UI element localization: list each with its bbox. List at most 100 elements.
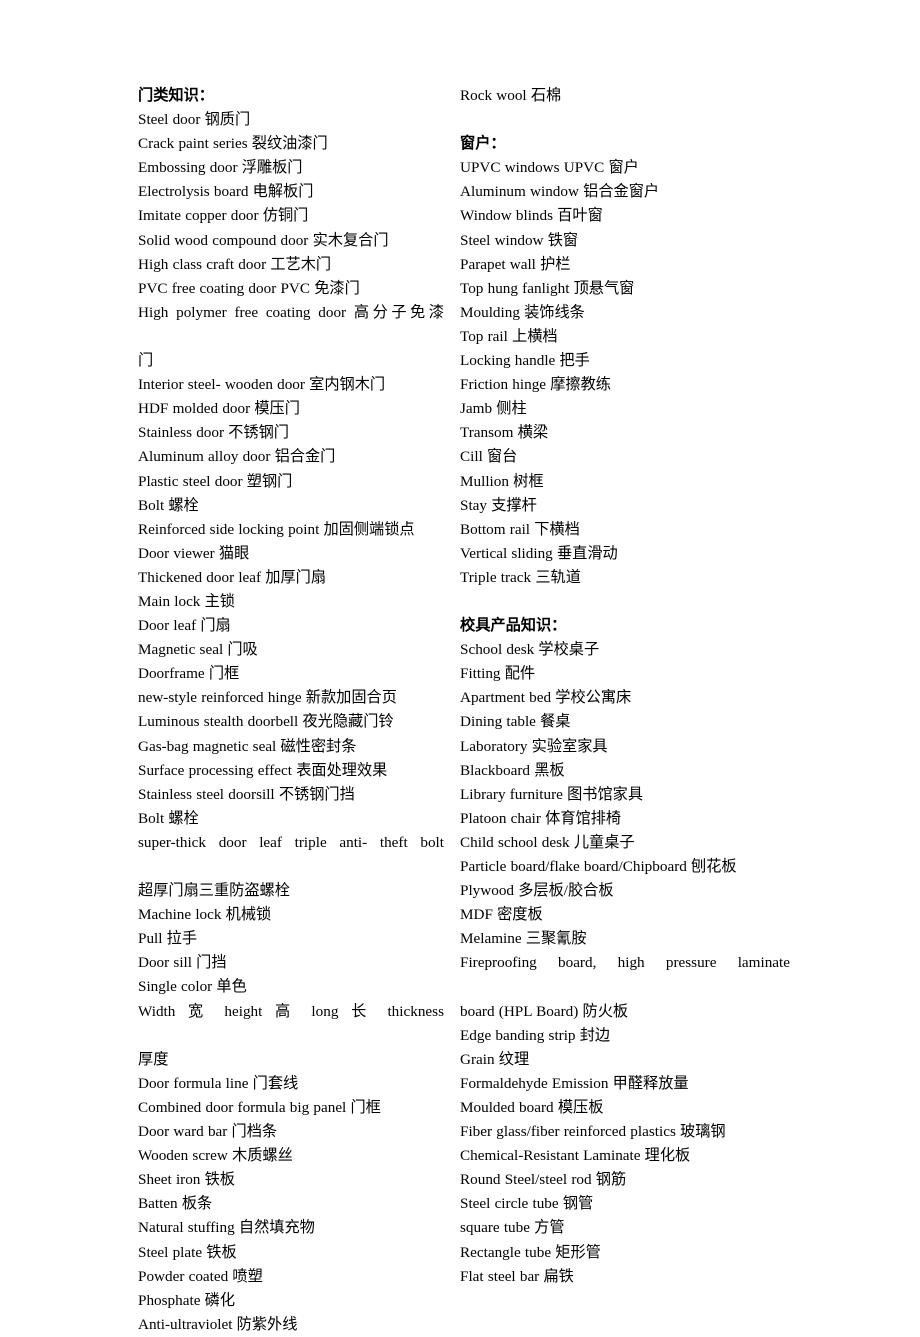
glossary-entry: Door ward bar 门档条 bbox=[138, 1123, 278, 1141]
glossary-entry: Flat steel bar 扁铁 bbox=[460, 1267, 574, 1285]
glossary-entry: Doorframe 门框 bbox=[138, 665, 240, 683]
glossary-entry: square tube 方管 bbox=[460, 1219, 565, 1237]
glossary-entry: Stainless door 不锈钢门 bbox=[138, 424, 289, 442]
glossary-entry: Width 宽 height 高 long 长 thickness bbox=[138, 1002, 444, 1020]
glossary-entry: Magnetic seal 门吸 bbox=[138, 641, 258, 659]
glossary-entry: Triple track 三轨道 bbox=[460, 568, 581, 586]
glossary-entry: Sheet iron 铁板 bbox=[138, 1171, 235, 1189]
glossary-entry: Machine lock 机械锁 bbox=[138, 906, 272, 924]
glossary-entry: Gas-bag magnetic seal 磁性密封条 bbox=[138, 737, 357, 755]
glossary-entry: Aluminum alloy door 铝合金门 bbox=[138, 448, 336, 466]
glossary-entry: Mullion 树框 bbox=[460, 472, 544, 490]
glossary-entry: Grain 纹理 bbox=[460, 1050, 530, 1068]
glossary-entry: High polymer free coating door 高分子免漆 bbox=[138, 303, 444, 321]
glossary-entry: Particle board/flake board/Chipboard 刨花板 bbox=[460, 858, 737, 875]
document-page: 门类知识： Steel door 钢质门 Crack paint series 裂纹… bbox=[0, 0, 920, 1333]
glossary-entry: Reinforced side locking point 加固侧端锁点 bbox=[138, 520, 415, 538]
glossary-entry: Moulding 装饰线条 bbox=[460, 303, 585, 321]
glossary-entry: Laboratory 实验室家具 bbox=[460, 737, 608, 755]
glossary-entry: super-thick door leaf triple anti- theft… bbox=[138, 833, 444, 851]
glossary-entry: Steel plate 铁板 bbox=[138, 1243, 237, 1261]
glossary-entry: Parapet wall 护栏 bbox=[460, 255, 571, 273]
glossary-entry: Phosphate 磷化 bbox=[138, 1291, 236, 1309]
glossary-entry: board (HPL Board) 防火板 bbox=[460, 1002, 629, 1020]
glossary-entry: Interior steel- wooden door 室内钢木门 bbox=[138, 376, 386, 394]
glossary-entry: Electrolysis board 电解板门 bbox=[138, 183, 314, 201]
glossary-entry: 厚度 bbox=[138, 1050, 169, 1068]
right-column: Rock wool 石棉 窗户： UPVC windows UPVC 窗户 Alumi… bbox=[460, 84, 790, 1289]
glossary-entry: Steel window 铁窗 bbox=[460, 231, 579, 249]
glossary-entry: Door sill 门挡 bbox=[138, 954, 227, 972]
glossary-entry: Vertical sliding 垂直滑动 bbox=[460, 544, 618, 562]
glossary-entry: Single color 单色 bbox=[138, 978, 247, 996]
glossary-entry: Thickened door leaf 加厚门扇 bbox=[138, 568, 327, 586]
glossary-entry: Apartment bed 学校公寓床 bbox=[460, 689, 632, 707]
glossary-entry: Anti-ultraviolet 防紫外线 bbox=[138, 1315, 298, 1333]
glossary-entry: Bolt 螺栓 bbox=[138, 496, 199, 514]
glossary-entry: Plywood 多层板/胶合板 bbox=[460, 882, 614, 900]
glossary-entry: Blackboard 黑板 bbox=[460, 761, 565, 779]
glossary-entry: Embossing door 浮雕板门 bbox=[138, 159, 303, 177]
glossary-entry: Fiber glass/fiber reinforced plastics 玻璃… bbox=[460, 1123, 726, 1141]
glossary-entry: Platoon chair 体育馆排椅 bbox=[460, 809, 622, 827]
section-heading: 门类知识： bbox=[138, 87, 214, 104]
glossary-entry: Locking handle 把手 bbox=[460, 352, 590, 370]
glossary-entry: Pull 拉手 bbox=[138, 930, 198, 948]
glossary-entry: Chemical-Resistant Laminate 理化板 bbox=[460, 1147, 691, 1165]
section-heading: 校具产品知识： bbox=[460, 617, 567, 635]
glossary-entry: Library furniture 图书馆家具 bbox=[460, 785, 644, 803]
glossary-entry: Fitting 配件 bbox=[460, 665, 536, 683]
glossary-entry: Crack paint series 裂纹油漆门 bbox=[138, 135, 328, 153]
glossary-entry: new-style reinforced hinge 新款加固合页 bbox=[138, 689, 397, 707]
glossary-entry: Transom 横梁 bbox=[460, 424, 549, 442]
left-column: 门类知识： Steel door 钢质门 Crack paint series 裂纹… bbox=[138, 84, 460, 1337]
glossary-entry: Friction hinge 摩擦教练 bbox=[460, 376, 611, 394]
glossary-entry: Door leaf 门扇 bbox=[138, 617, 231, 635]
glossary-entry: Cill 窗台 bbox=[460, 448, 518, 466]
glossary-entry: Natural stuffing 自然填充物 bbox=[138, 1219, 315, 1237]
glossary-entry: Child school desk 儿童桌子 bbox=[460, 833, 635, 851]
glossary-entry: Window blinds 百叶窗 bbox=[460, 207, 603, 225]
glossary-entry: Rectangle tube 矩形管 bbox=[460, 1243, 601, 1261]
glossary-entry: Formaldehyde Emission 甲醛释放量 bbox=[460, 1074, 689, 1092]
glossary-entry: Door viewer 猫眼 bbox=[138, 544, 250, 562]
glossary-entry: Stay 支撑杆 bbox=[460, 496, 537, 514]
glossary-entry: Stainless steel doorsill 不锈钢门挡 bbox=[138, 785, 355, 803]
glossary-entry: Dining table 餐桌 bbox=[460, 713, 571, 731]
glossary-entry: Combined door formula big panel 门框 bbox=[138, 1098, 381, 1116]
glossary-entry: MDF 密度板 bbox=[460, 906, 543, 924]
glossary-entry: Jamb 侧柱 bbox=[460, 400, 527, 418]
glossary-entry: Bolt 螺栓 bbox=[138, 809, 199, 827]
glossary-entry: Door formula line 门套线 bbox=[138, 1074, 299, 1092]
glossary-entry: 超厚门扇三重防盗螺栓 bbox=[138, 882, 290, 900]
glossary-entry: Wooden screw 木质螺丝 bbox=[138, 1147, 293, 1165]
glossary-entry: Solid wood compound door 实木复合门 bbox=[138, 231, 389, 249]
glossary-entry: Round Steel/steel rod 钢筋 bbox=[460, 1171, 627, 1189]
glossary-entry: Top rail 上横档 bbox=[460, 327, 558, 345]
glossary-entry: UPVC windows UPVC 窗户 bbox=[460, 159, 639, 177]
glossary-entry: Surface processing effect 表面处理效果 bbox=[138, 761, 388, 779]
glossary-entry: Aluminum window 铝合金窗户 bbox=[460, 183, 660, 201]
glossary-entry: Luminous stealth doorbell 夜光隐藏门铃 bbox=[138, 713, 394, 731]
glossary-entry: Main lock 主锁 bbox=[138, 592, 235, 610]
glossary-entry: PVC free coating door PVC 免漆门 bbox=[138, 279, 360, 297]
glossary-entry: Top hung fanlight 顶悬气窗 bbox=[460, 279, 635, 297]
glossary-entry: Edge banding strip 封边 bbox=[460, 1026, 611, 1044]
glossary-entry: Steel circle tube 钢管 bbox=[460, 1195, 594, 1213]
section-heading: 窗户： bbox=[460, 135, 506, 153]
glossary-entry: Melamine 三聚氰胺 bbox=[460, 930, 587, 948]
glossary-entry: Steel door 钢质门 bbox=[138, 111, 251, 129]
glossary-entry: School desk 学校桌子 bbox=[460, 641, 600, 659]
glossary-entry: 门 bbox=[138, 352, 154, 370]
two-column-layout: 门类知识： Steel door 钢质门 Crack paint series 裂纹… bbox=[138, 84, 790, 1337]
glossary-entry: Powder coated 喷塑 bbox=[138, 1267, 263, 1285]
glossary-entry: Batten 板条 bbox=[138, 1195, 213, 1213]
glossary-entry: Rock wool 石棉 bbox=[460, 87, 562, 104]
glossary-entry: Fireproofing board, high pressure lamina… bbox=[460, 954, 790, 972]
glossary-entry: Plastic steel door 塑钢门 bbox=[138, 472, 293, 490]
glossary-entry: Moulded board 模压板 bbox=[460, 1098, 604, 1116]
glossary-entry: Bottom rail 下横档 bbox=[460, 520, 580, 538]
glossary-entry: High class craft door 工艺木门 bbox=[138, 255, 332, 273]
